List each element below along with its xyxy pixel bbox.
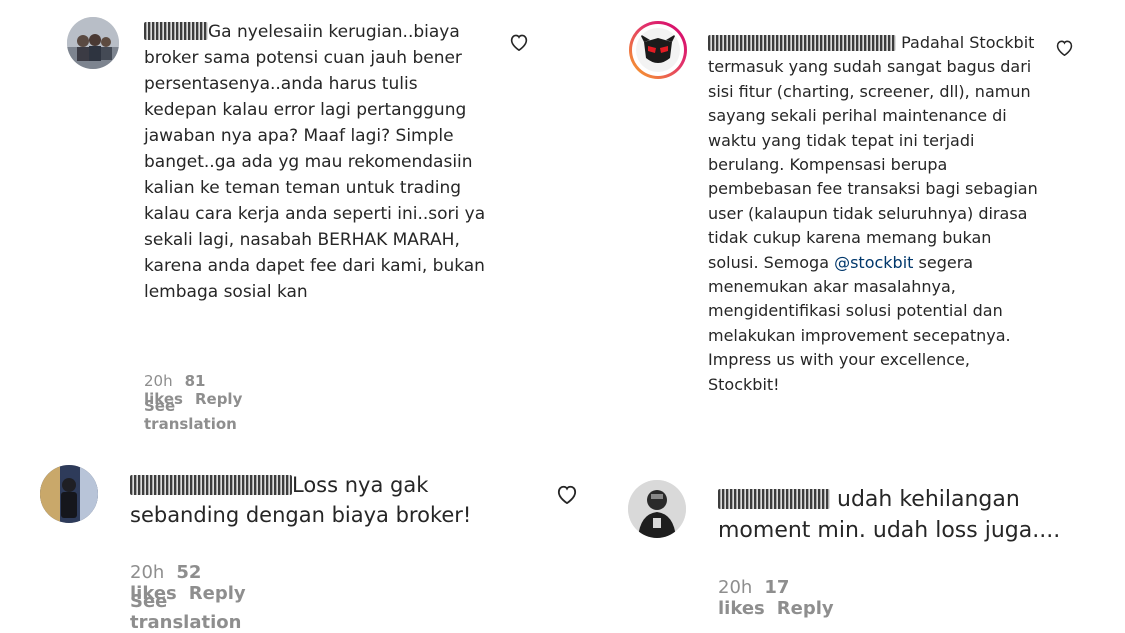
comment-body: Padahal Stockbit termasuk yang sudah san… (708, 31, 1038, 397)
avatar-photo-icon (628, 480, 686, 538)
comment-text-part-2: segera menemukan akar masalahnya, mengid… (708, 252, 1011, 394)
avatar-story-ring[interactable] (629, 21, 687, 79)
heart-outline-icon[interactable] (509, 33, 529, 55)
username-redacted[interactable] (708, 35, 896, 51)
comment-meta: 20h 17 likes Reply (718, 577, 846, 619)
username-redacted[interactable] (130, 475, 292, 495)
username-redacted[interactable] (718, 489, 830, 509)
timestamp: 20h (718, 577, 753, 598)
comment-body: Ga nyelesaiin kerugian..biaya broker sam… (144, 19, 488, 305)
username-redacted[interactable] (144, 22, 208, 40)
see-translation-button[interactable]: See translation (144, 397, 237, 433)
heart-outline-icon[interactable] (556, 484, 578, 508)
avatar-mask-icon (636, 28, 680, 72)
timestamp: 20h (130, 562, 165, 583)
mention-link[interactable]: @stockbit (834, 253, 913, 272)
comment-body: udah kehilangan moment min. udah loss ju… (718, 484, 1098, 546)
comment-text-part-1: Padahal Stockbit termasuk yang sudah san… (708, 33, 1038, 272)
avatar[interactable] (40, 465, 98, 523)
comment-text: Ga nyelesaiin kerugian..biaya broker sam… (144, 22, 486, 302)
avatar-photo-icon (40, 465, 98, 523)
avatar[interactable] (67, 17, 119, 69)
heart-outline-icon[interactable] (1055, 39, 1074, 60)
avatar[interactable] (628, 480, 686, 538)
see-translation-button[interactable]: See translation (130, 591, 241, 633)
timestamp: 20h (144, 372, 173, 390)
avatar-photo-icon (67, 17, 119, 69)
comment-body: Loss nya gak sebanding dengan biaya brok… (130, 470, 510, 530)
reply-button[interactable]: Reply (777, 598, 834, 619)
